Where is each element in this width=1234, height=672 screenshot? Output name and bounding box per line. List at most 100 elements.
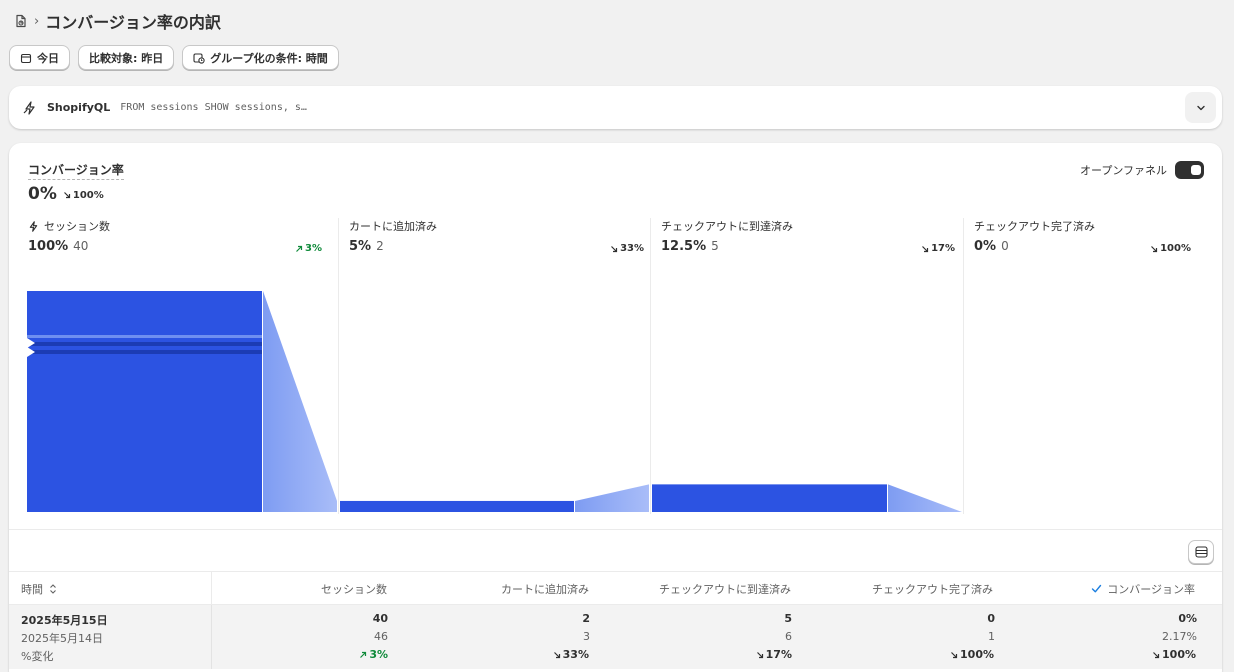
stage-delta-value: 100% [1160,243,1191,254]
stage-name: セッション数 [28,218,322,234]
stage-count: 5 [711,239,719,253]
table-view-button[interactable] [1188,540,1214,564]
shopifyql-bar[interactable]: ShopifyQL FROM sessions SHOW sessions, s… [9,86,1222,129]
stage-sessions: セッション数 100% 40 3% [28,218,322,318]
funnel-bar[interactable] [652,484,887,512]
column-divider [211,605,212,669]
funnel-bar[interactable] [340,500,574,512]
sort-icon [50,583,56,594]
lightning-icon [23,100,35,115]
stage-delta: 33% [610,243,644,254]
funnel-connector [888,484,962,512]
cell-cart-change: 33% [553,648,589,661]
cell-rate-previous: 2.17% [1162,630,1197,643]
table-toolbar [9,529,1222,571]
column-header-completed-checkout[interactable]: チェックアウト完了済み [809,572,993,605]
column-header-label: カートに追加済み [501,582,589,596]
row-date-previous: 2025年5月14日 [21,632,103,645]
change-value: 100% [1162,648,1196,661]
cell-completed-change: 100% [950,648,994,661]
arrow-down-icon [611,245,618,252]
arrow-down-icon [1151,245,1158,252]
change-value: 33% [562,648,589,661]
column-header-label: コンバージョン率 [1107,582,1195,596]
shopifyql-query: FROM sessions SHOW sessions, s… [120,102,307,113]
column-header-added-to-cart[interactable]: カートに追加済み [409,572,589,605]
stage-values: 5% 2 [349,239,644,254]
page-header: › コンバージョン率の内訳 [14,10,221,32]
stage-divider [338,218,339,514]
arrow-up-icon [296,245,303,252]
cell-cart-current: 2 [582,612,590,625]
cell-sessions-current: 40 [372,612,388,625]
date-range-button[interactable]: 今日 [9,45,70,70]
stage-name: カートに追加済み [349,218,644,234]
document-chart-icon[interactable] [14,14,28,28]
row-change-label: %変化 [21,650,54,663]
stage-delta: 17% [921,243,955,254]
arrow-up-icon [360,651,367,658]
compare-button[interactable]: 比較対象: 昨日 [78,45,175,70]
page-title: コンバージョン率の内訳 [45,13,221,32]
breadcrumb-separator: › [34,13,40,29]
stage-delta-value: 33% [620,243,644,254]
lightning-icon [29,220,38,232]
funnel-connector [263,291,337,512]
chevron-down-icon [1196,105,1205,110]
table-row[interactable]: 2025年5月15日 2025年5月14日 %変化 40 46 3% 2 3 3… [9,605,1222,669]
date-range-label: 今日 [37,51,59,65]
cell-checkout-change: 17% [756,648,792,661]
calendar-icon [20,53,32,63]
group-by-label: グループ化の条件: 時間 [210,51,328,65]
stage-delta-value: 3% [305,243,322,254]
column-header-label: セッション数 [321,582,387,596]
cell-checkout-previous: 6 [785,630,792,643]
table-view-icon [1194,546,1208,558]
stage-name-text: チェックアウトに到達済み [661,220,793,233]
cell-rate-current: 0% [1178,612,1197,625]
checkmark-icon [1092,584,1102,593]
stage-reached-checkout: チェックアウトに到達済み 12.5% 5 17% [661,218,955,318]
column-header-time[interactable]: 時間 [21,572,57,605]
expand-query-button[interactable] [1185,92,1216,123]
cell-completed-previous: 1 [988,630,995,643]
column-header-reached-checkout[interactable]: チェックアウトに到達済み [609,572,791,605]
row-date-current: 2025年5月15日 [21,614,108,627]
cell-completed-current: 0 [987,612,995,625]
stage-name-text: セッション数 [44,220,110,233]
stage-completed-checkout: チェックアウト完了済み 0% 0 100% [974,218,1191,318]
stage-divider [963,218,964,514]
arrow-down-icon [756,651,763,658]
stage-percent: 100% [28,239,69,254]
filter-bar: 今日 比較対象: 昨日 グループ化の条件: 時間 [9,45,339,70]
column-header-label: チェックアウトに到達済み [659,582,791,596]
cell-rate-change: 100% [1152,648,1196,661]
change-value: 3% [369,648,388,661]
stage-values: 12.5% 5 [661,239,955,254]
compare-label: 比較対象: 昨日 [89,51,164,65]
stage-count: 0 [1001,239,1009,253]
cell-cart-previous: 3 [583,630,590,643]
stage-name: チェックアウト完了済み [974,218,1191,234]
group-by-button[interactable]: グループ化の条件: 時間 [182,45,339,70]
arrow-down-icon [553,651,560,658]
column-header-label: チェックアウト完了済み [872,582,993,596]
funnel-connector [575,484,649,512]
stage-name: チェックアウトに到達済み [661,218,955,234]
change-value: 100% [960,648,994,661]
cell-checkout-current: 5 [784,612,792,625]
stage-delta-value: 17% [931,243,955,254]
stage-delta: 100% [1150,243,1191,254]
column-header-conversion-rate[interactable]: コンバージョン率 [1009,572,1195,605]
column-header-sessions[interactable]: セッション数 [225,572,387,605]
arrow-down-icon [951,651,958,658]
stage-count: 2 [376,239,384,253]
stage-name-text: チェックアウト完了済み [974,220,1095,233]
shopifyql-label: ShopifyQL [47,101,111,114]
arrow-down-icon [1153,651,1160,658]
funnel-bar[interactable] [27,291,262,512]
stage-name-text: カートに追加済み [349,220,437,233]
stage-count: 40 [73,239,89,253]
stage-percent: 12.5% [661,239,707,254]
stage-values: 100% 40 [28,239,322,254]
